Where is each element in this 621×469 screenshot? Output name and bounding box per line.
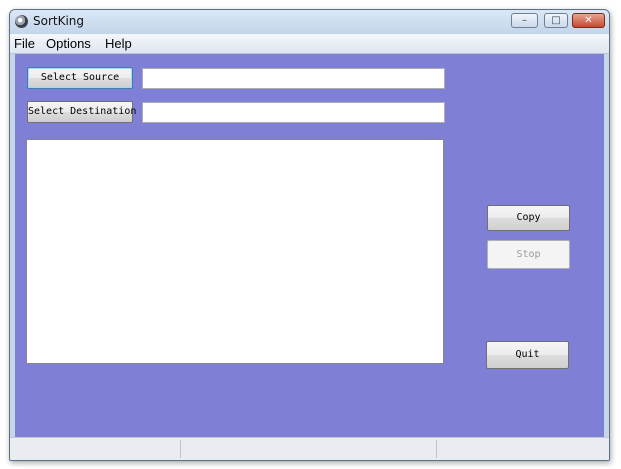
- source-path-input[interactable]: [142, 68, 445, 89]
- menu-file[interactable]: File: [14, 36, 35, 51]
- window-title: SortKing: [33, 14, 85, 28]
- status-pane-3: [437, 440, 609, 458]
- menu-options[interactable]: Options: [46, 36, 91, 51]
- select-destination-button[interactable]: Select Destination: [27, 101, 136, 123]
- app-icon[interactable]: [15, 15, 28, 28]
- maximize-button[interactable]: □: [544, 13, 568, 28]
- close-button[interactable]: ✕: [572, 13, 605, 28]
- status-pane-2: [181, 440, 437, 458]
- copy-button[interactable]: Copy: [487, 205, 570, 231]
- quit-button[interactable]: Quit: [486, 341, 569, 369]
- title-bar[interactable]: SortKing – □ ✕: [10, 10, 609, 34]
- menu-bar: File Options Help: [10, 34, 609, 54]
- stop-button[interactable]: Stop: [487, 240, 570, 269]
- client-area: Select Source Select Destination Copy St…: [15, 54, 604, 437]
- status-bar: [10, 437, 609, 460]
- status-pane-1: [10, 440, 181, 458]
- minimize-button[interactable]: –: [511, 13, 538, 28]
- menu-help[interactable]: Help: [105, 36, 132, 51]
- select-source-button[interactable]: Select Source: [27, 67, 133, 89]
- sortking-window: SortKing – □ ✕ File Options Help Select …: [9, 9, 610, 461]
- destination-path-input[interactable]: [142, 102, 445, 123]
- file-list-box[interactable]: [26, 139, 444, 364]
